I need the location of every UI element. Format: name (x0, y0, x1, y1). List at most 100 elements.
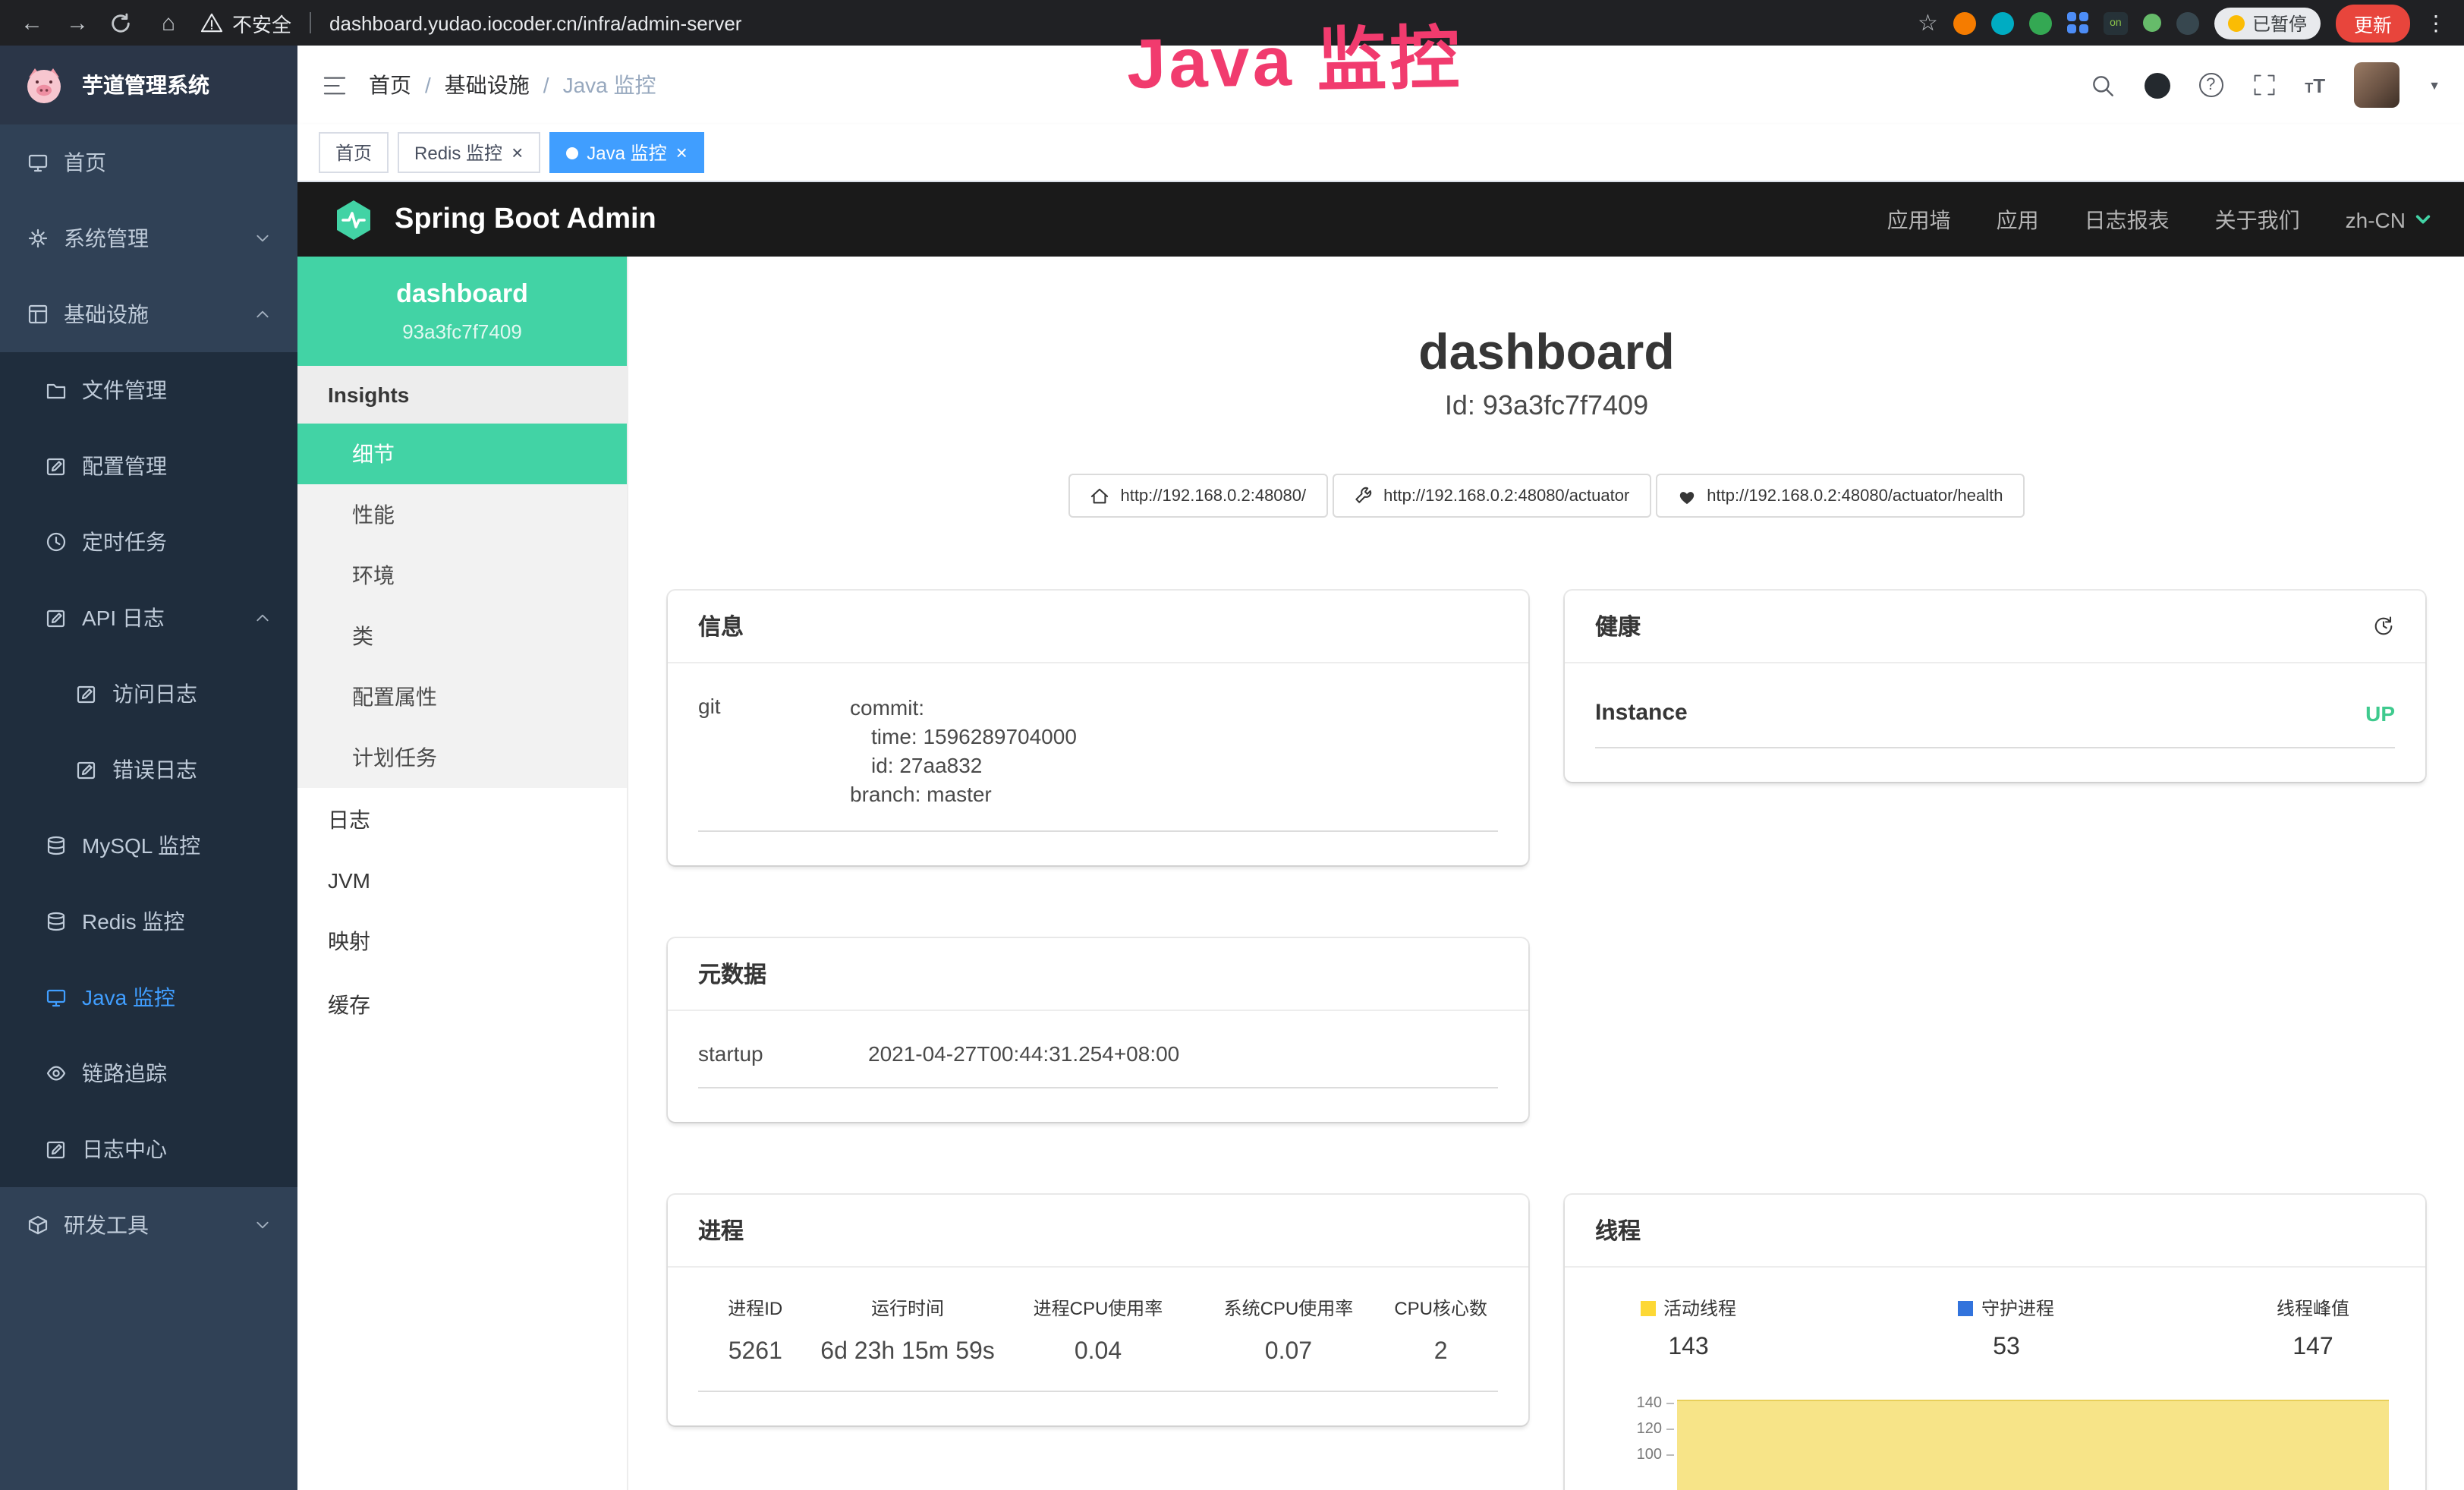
tab-redis-monitor[interactable]: Redis 监控 × (398, 132, 540, 173)
sidebar-item-log-center[interactable]: 日志中心 (0, 1111, 297, 1187)
sba-nav-journal[interactable]: 日志报表 (2085, 204, 2170, 235)
y-tick-label: 100 (1637, 1447, 1662, 1463)
forward-icon[interactable]: → (64, 10, 91, 36)
log-icon (76, 759, 97, 780)
help-icon[interactable]: ? (2198, 73, 2223, 97)
sidebar-item-label: MySQL 监控 (82, 830, 200, 861)
wrench-icon (1353, 486, 1373, 506)
extension-icon-orange[interactable] (1953, 11, 1976, 34)
sba-nav-about[interactable]: 关于我们 (2215, 204, 2300, 235)
sidebar-item-label: 文件管理 (82, 375, 167, 405)
sidebar-item-error-log[interactable]: 错误日志 (0, 732, 297, 808)
tab-java-monitor[interactable]: Java 监控 × (549, 132, 704, 173)
instance-links: http://192.168.0.2:48080/ http://192.168… (668, 474, 2425, 518)
menu-item-environment[interactable]: 环境 (297, 545, 627, 606)
fullscreen-icon[interactable] (2252, 73, 2276, 97)
metadata-key: startup (698, 1041, 868, 1066)
sidebar-item-access-log[interactable]: 访问日志 (0, 656, 297, 732)
home-icon[interactable]: ⌂ (155, 10, 182, 36)
sidebar-item-label: 定时任务 (82, 527, 167, 557)
close-icon[interactable]: × (511, 143, 523, 162)
health-instance-row: Instance UP (1595, 682, 2395, 748)
security-label: 不安全 (232, 8, 291, 37)
breadcrumb: 首页 / 基础设施 / Java 监控 (369, 70, 656, 100)
sidebar-item-file-management[interactable]: 文件管理 (0, 352, 297, 428)
instance-header[interactable]: dashboard 93a3fc7f7409 (297, 257, 627, 366)
font-size-icon[interactable]: TT (2305, 74, 2325, 96)
breadcrumb-current: Java 监控 (563, 70, 656, 100)
menu-item-caches[interactable]: 缓存 (297, 973, 627, 1037)
search-icon[interactable] (2089, 72, 2115, 98)
sidebar-item-api-log[interactable]: API 日志 (0, 580, 297, 656)
menu-item-jvm[interactable]: JVM (297, 852, 627, 909)
history-icon[interactable] (2372, 615, 2395, 638)
sba-logo (331, 197, 376, 242)
instance-sidebar: dashboard 93a3fc7f7409 Insights 细节 性能 环境… (297, 257, 628, 1490)
paused-extension-badge[interactable]: 已暂停 (2214, 7, 2321, 39)
reload-icon[interactable] (109, 11, 137, 34)
health-url-button[interactable]: http://192.168.0.2:48080/actuator/health (1655, 474, 2024, 518)
sidebar-item-infrastructure[interactable]: 基础设施 (0, 276, 297, 352)
menu-item-config-props[interactable]: 配置属性 (297, 666, 627, 727)
extension-icon-teal[interactable] (1991, 11, 2014, 34)
avatar-caret-icon[interactable]: ▼ (2428, 78, 2440, 92)
github-icon[interactable] (2144, 72, 2170, 98)
card-title: 线程 (1595, 1214, 1641, 1246)
insights-section-label: Insights (297, 366, 627, 424)
menu-item-details[interactable]: 细节 (297, 424, 627, 484)
menu-item-logs[interactable]: 日志 (297, 788, 627, 852)
close-icon[interactable]: × (676, 143, 688, 162)
app-logo-row[interactable]: 芋道管理系统 (0, 46, 297, 124)
sidebar-item-redis-monitor[interactable]: Redis 监控 (0, 884, 297, 959)
sba-nav-applications[interactable]: 应用 (1997, 204, 2039, 235)
url-bar[interactable]: dashboard.yudao.iocoder.cn/infra/admin-s… (329, 11, 1899, 34)
sidebar-item-java-monitor[interactable]: Java 监控 (0, 959, 297, 1035)
sidebar-item-config-management[interactable]: 配置管理 (0, 428, 297, 504)
eye-icon (46, 1063, 67, 1084)
tab-label: 首页 (335, 140, 372, 165)
menu-item-mappings[interactable]: 映射 (297, 909, 627, 973)
live-threads-area-series (1677, 1400, 2389, 1490)
extension-icon-leaf[interactable] (2143, 14, 2161, 32)
extension-icon-grid[interactable] (2067, 12, 2088, 33)
header-actions: ? TT ▼ (2089, 62, 2440, 108)
health-url: http://192.168.0.2:48080/actuator/health (1707, 487, 2003, 505)
sidebar-item-home[interactable]: 首页 (0, 124, 297, 200)
sidebar-item-tracing[interactable]: 链路追踪 (0, 1035, 297, 1111)
chrome-update-button[interactable]: 更新 (2336, 4, 2410, 42)
breadcrumb-home[interactable]: 首页 (369, 70, 411, 100)
bookmark-star-icon[interactable]: ☆ (1918, 9, 1938, 36)
back-icon[interactable]: ← (18, 10, 46, 36)
tab-home[interactable]: 首页 (319, 132, 389, 173)
threads-chart: 140 120 100 (1595, 1395, 2395, 1490)
clock-icon (46, 531, 67, 553)
sba-nav-wallboard[interactable]: 应用墙 (1887, 204, 1951, 235)
sidebar-item-mysql-monitor[interactable]: MySQL 监控 (0, 808, 297, 884)
extension-icon-dark[interactable] (2176, 11, 2199, 34)
sidebar-item-label: 配置管理 (82, 451, 167, 481)
git-commit-time: time: 1596289704000 (850, 723, 1498, 751)
chevron-up-icon (255, 610, 270, 625)
sidebar-item-label: Java 监控 (82, 982, 175, 1013)
actuator-url-button[interactable]: http://192.168.0.2:48080/actuator (1332, 474, 1651, 518)
sba-brand[interactable]: Spring Boot Admin (395, 203, 656, 236)
menu-item-scheduled-tasks[interactable]: 计划任务 (297, 727, 627, 788)
browser-menu-icon[interactable]: ⋮ (2425, 10, 2447, 36)
hamburger-icon[interactable] (322, 74, 348, 96)
extension-icon-on-switch[interactable]: on (2104, 11, 2128, 34)
sidebar-item-scheduled-jobs[interactable]: 定时任务 (0, 504, 297, 580)
menu-item-metrics[interactable]: 性能 (297, 484, 627, 545)
extension-icon-green[interactable] (2029, 11, 2052, 34)
locale-select[interactable]: zh-CN (2346, 207, 2431, 232)
chevron-down-icon (2415, 211, 2431, 228)
card-title: 进程 (698, 1214, 744, 1246)
sidebar-item-label: 基础设施 (64, 299, 149, 329)
sidebar-item-dev-tools[interactable]: 研发工具 (0, 1187, 297, 1263)
sidebar-item-label: 日志中心 (82, 1134, 167, 1164)
service-url-button[interactable]: http://192.168.0.2:48080/ (1068, 474, 1327, 518)
security-chip[interactable]: 不安全 (200, 8, 291, 37)
sidebar-item-system[interactable]: 系统管理 (0, 200, 297, 276)
menu-item-classes[interactable]: 类 (297, 606, 627, 666)
breadcrumb-infrastructure[interactable]: 基础设施 (445, 70, 530, 100)
user-avatar[interactable] (2354, 62, 2399, 108)
